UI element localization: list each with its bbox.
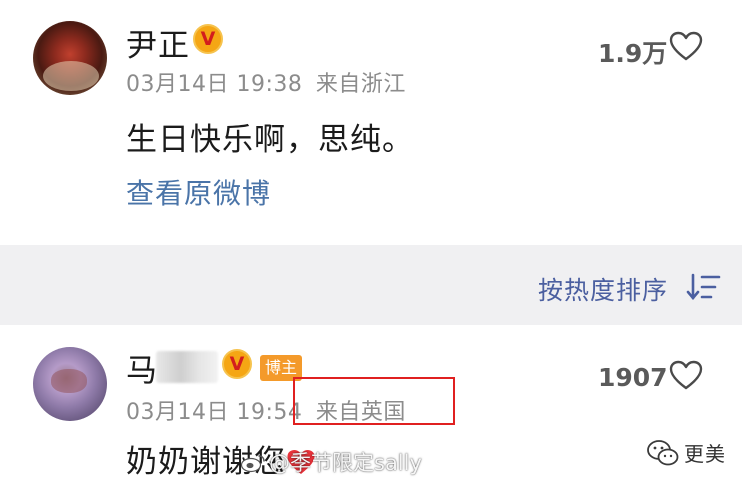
weibo-logo-icon — [240, 455, 265, 473]
wechat-logo-icon — [647, 439, 679, 465]
sort-by-hotness-button[interactable]: 按热度排序 — [538, 271, 668, 307]
comment-date: 03月14日 19:54 — [126, 400, 303, 425]
weibo-watermark: @季节限定sally — [240, 447, 422, 477]
like-heart-icon[interactable] — [669, 31, 703, 61]
comment-author-name[interactable]: 马 — [126, 345, 158, 390]
comment-text: 生日快乐啊，思纯。 — [126, 122, 414, 158]
like-heart-icon[interactable] — [669, 360, 703, 390]
wechat-watermark: 更美 — [646, 438, 726, 467]
verified-badge-icon: V — [222, 349, 252, 379]
sort-icon[interactable] — [686, 272, 722, 302]
comment-meta: 03月14日 19:38 来自浙江 — [126, 66, 406, 98]
comment-item: 尹正 V 03月14日 19:38 来自浙江 1.9万 生日快乐啊，思纯。 查看… — [0, 0, 742, 245]
avatar[interactable] — [33, 347, 107, 421]
avatar[interactable] — [33, 21, 107, 95]
comment-date: 03月14日 19:38 — [126, 72, 303, 97]
like-count: 1.9万 — [598, 39, 668, 68]
comment-location: 来自浙江 — [315, 72, 406, 97]
location-highlight-box — [293, 377, 455, 425]
weibo-comment-page: 尹正 V 03月14日 19:38 来自浙江 1.9万 生日快乐啊，思纯。 查看… — [0, 0, 742, 480]
like-count: 1907 — [598, 363, 668, 392]
view-original-post-link[interactable]: 查看原微博 — [126, 172, 271, 212]
comment-author-name[interactable]: 尹正 — [126, 20, 190, 65]
wechat-account-name: 更美 — [684, 442, 726, 466]
verified-badge-icon: V — [193, 24, 223, 54]
name-redaction-blur — [156, 351, 218, 383]
sort-bar: 按热度排序 — [0, 245, 742, 325]
weibo-watermark-handle: @季节限定sally — [269, 451, 422, 475]
